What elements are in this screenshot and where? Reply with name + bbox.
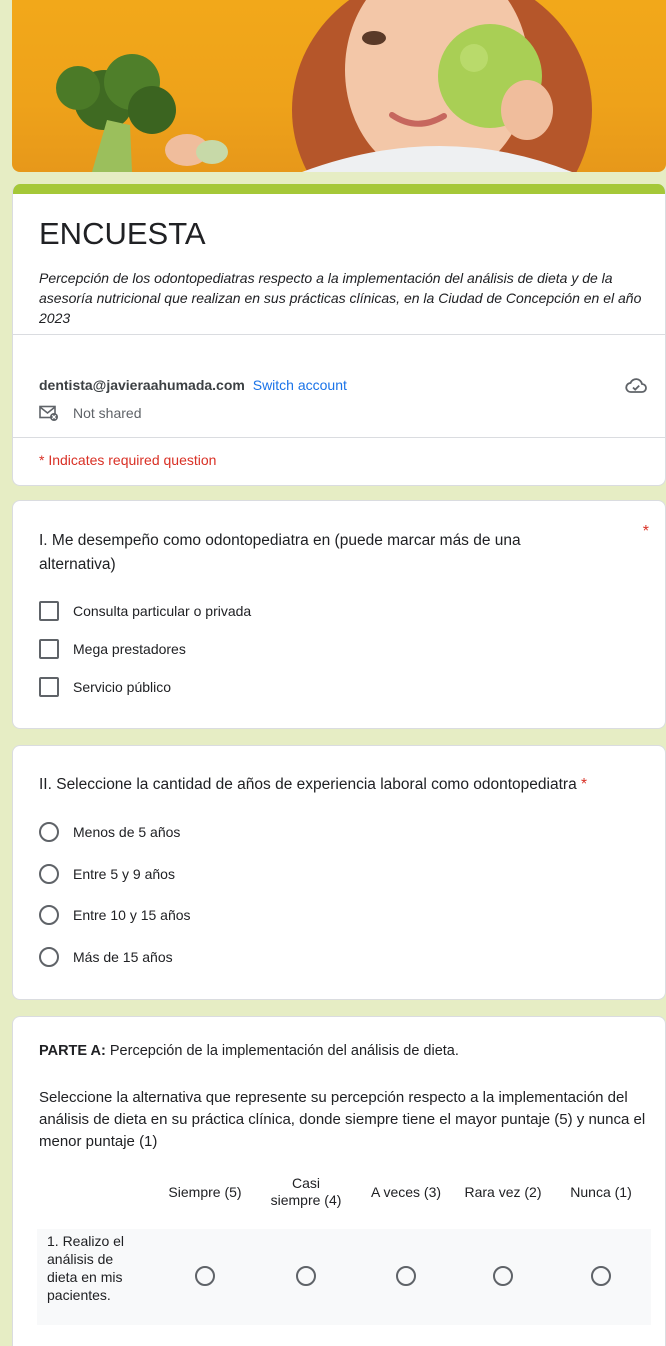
option-label: Menos de 5 años xyxy=(73,824,181,840)
required-note: * Indicates required question xyxy=(39,452,217,468)
account-email: dentista@javieraahumada.com xyxy=(39,377,245,393)
checkbox[interactable] xyxy=(39,601,59,621)
required-asterisk: * xyxy=(581,776,588,793)
section-heading-text: Percepción de la implementación del anál… xyxy=(105,1043,459,1059)
radio-button[interactable] xyxy=(39,864,59,884)
required-asterisk: * xyxy=(642,523,649,540)
account-row: dentista@javieraahumada.com Switch accou… xyxy=(39,377,347,393)
question-title: II. Seleccione la cantidad de años de ex… xyxy=(39,773,659,797)
radio-button[interactable] xyxy=(39,905,59,925)
grid-column-header: A veces (3) xyxy=(370,1184,442,1200)
option-label: Mega prestadores xyxy=(73,641,186,657)
grid-row-label: 1. Realizo el análisis de dieta en mis p… xyxy=(47,1233,125,1303)
checkbox-option-mega[interactable]: Mega prestadores xyxy=(39,639,186,659)
option-label: Servicio público xyxy=(73,679,172,695)
section-heading-bold: PARTE A: xyxy=(39,1043,106,1059)
email-not-shared-icon xyxy=(39,405,58,421)
option-label: Consulta particular o privada xyxy=(73,603,252,619)
grid-column-header: Casi siempre (4) xyxy=(270,1175,342,1208)
not-shared-label: Not shared xyxy=(73,405,142,421)
option-label: Entre 5 y 9 años xyxy=(73,866,175,882)
checkbox[interactable] xyxy=(39,677,59,697)
banner-illustration xyxy=(56,0,592,172)
section-heading: PARTE A: Percepción de la implementación… xyxy=(39,1043,459,1059)
grid-radio-rara-vez[interactable] xyxy=(493,1266,513,1286)
checkbox-option-consulta[interactable]: Consulta particular o privada xyxy=(39,601,251,621)
switch-account-link[interactable]: Switch account xyxy=(253,377,347,393)
divider xyxy=(13,437,665,438)
divider xyxy=(13,334,665,335)
option-label: Más de 15 años xyxy=(73,949,173,965)
grid-radio-siempre[interactable] xyxy=(195,1266,215,1286)
question-card-parte-a: PARTE A: Percepción de la implementación… xyxy=(12,1016,666,1346)
cloud-saved-icon[interactable] xyxy=(625,377,647,400)
radio-option-mas-15[interactable]: Más de 15 años xyxy=(39,947,173,967)
question-title-text: II. Seleccione la cantidad de años de ex… xyxy=(39,776,577,793)
option-label: Entre 10 y 15 años xyxy=(73,907,191,923)
grid-column-header: Siempre (5) xyxy=(168,1184,242,1200)
grid-column-header: Rara vez (2) xyxy=(464,1184,542,1200)
radio-option-menos-5[interactable]: Menos de 5 años xyxy=(39,822,180,842)
form-title: ENCUESTA xyxy=(39,216,206,251)
question-title: I. Me desempeño como odontopediatra en (… xyxy=(39,532,521,573)
grid-column-header: Nunca (1) xyxy=(570,1184,632,1200)
form-description: Percepción de los odontopediatras respec… xyxy=(39,270,642,326)
grid-instructions: Seleccione la alternativa que represente… xyxy=(39,1089,646,1150)
question-card-1: I. Me desempeño como odontopediatra en (… xyxy=(12,500,666,729)
checkbox-option-servicio[interactable]: Servicio público xyxy=(39,677,171,697)
radio-button[interactable] xyxy=(39,822,59,842)
checkbox[interactable] xyxy=(39,639,59,659)
question-card-2: II. Seleccione la cantidad de años de ex… xyxy=(12,745,666,1000)
grid-radio-a-veces[interactable] xyxy=(396,1266,416,1286)
header-banner-image xyxy=(12,0,666,172)
grid-radio-casi-siempre[interactable] xyxy=(296,1266,316,1286)
form-header-card: ENCUESTA Percepción de los odontopediatr… xyxy=(12,184,666,486)
not-shared-row: Not shared xyxy=(39,405,141,421)
radio-button[interactable] xyxy=(39,947,59,967)
grid-radio-nunca[interactable] xyxy=(591,1266,611,1286)
accent-bar xyxy=(13,184,665,194)
radio-option-5-9[interactable]: Entre 5 y 9 años xyxy=(39,864,175,884)
radio-option-10-15[interactable]: Entre 10 y 15 años xyxy=(39,905,191,925)
